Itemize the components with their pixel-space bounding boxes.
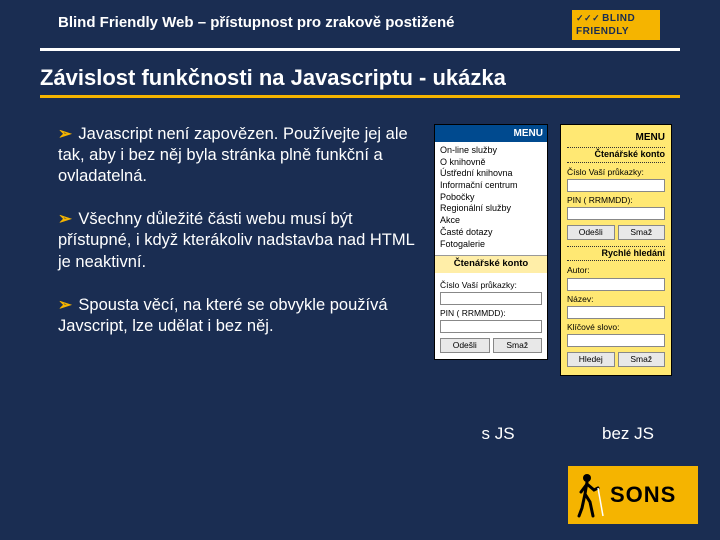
field-label: Klíčové slovo:: [567, 322, 665, 333]
section-header: Rychlé hledání: [567, 246, 665, 262]
menu-header: MENU: [435, 125, 547, 142]
submit-button: Odešli: [567, 225, 615, 240]
field-label: PIN ( RRMMDD):: [567, 195, 665, 206]
logo-line1: BLIND: [602, 12, 635, 25]
menu-item: Informační centrum: [440, 180, 542, 192]
pin-input: [567, 207, 665, 220]
walking-figure-icon: [574, 472, 604, 518]
field-label: Autor:: [567, 265, 665, 276]
field-label: Název:: [567, 294, 665, 305]
bullet-item: ➢ Všechny důležité části webu musí být p…: [58, 209, 422, 272]
slide-header-title: Blind Friendly Web – přístupnost pro zra…: [58, 8, 454, 31]
field-label: Číslo Vaší průkazky:: [440, 280, 542, 291]
search-button: Hledej: [567, 352, 615, 367]
bullet-arrow-icon: ➢: [58, 296, 72, 314]
figure-without-js: MENU Čtenářské konto Číslo Vaší průkazky…: [560, 124, 672, 376]
section-header: Čtenářské konto: [567, 147, 665, 163]
figure-with-js: MENU On-line služby O knihovně Ústřední …: [434, 124, 548, 376]
keyword-input: [567, 334, 665, 347]
pin-input: [440, 320, 542, 333]
submit-button: Odešli: [440, 338, 490, 353]
section-title: Závislost funkčnosti na Javascriptu - uk…: [40, 65, 680, 91]
author-input: [567, 278, 665, 291]
bullet-arrow-icon: ➢: [58, 125, 72, 143]
menu-item: Časté dotazy: [440, 227, 542, 239]
bullet-text: Javascript není zapovězen. Používejte je…: [58, 125, 408, 185]
caption-with-js: s JS: [468, 424, 528, 444]
menu-item: Ústřední knihovna: [440, 168, 542, 180]
bullet-item: ➢ Spousta věcí, na které se obvykle použ…: [58, 295, 422, 337]
clear-button: Smaž: [493, 338, 543, 353]
menu-header: MENU: [567, 131, 665, 144]
logo-line2: FRIENDLY: [576, 25, 629, 38]
blind-friendly-logo: ✓✓✓BLIND FRIENDLY: [570, 8, 662, 42]
clear-button: Smaž: [618, 225, 666, 240]
bullet-item: ➢ Javascript není zapovězen. Používejte …: [58, 124, 422, 187]
clear-button: Smaž: [618, 352, 666, 367]
menu-item: Regionální služby: [440, 203, 542, 215]
field-label: PIN ( RRMMDD):: [440, 308, 542, 319]
field-label: Číslo Vaší průkazky:: [567, 167, 665, 178]
menu-item: Pobočky: [440, 192, 542, 204]
menu-item: Fotogalerie: [440, 239, 542, 251]
title-input: [567, 306, 665, 319]
caption-without-js: bez JS: [588, 424, 668, 444]
card-number-input: [567, 179, 665, 192]
bullet-list: ➢ Javascript není zapovězen. Používejte …: [58, 124, 422, 376]
menu-item: Akce: [440, 215, 542, 227]
bullet-text: Všechny důležité části webu musí být pří…: [58, 210, 414, 270]
account-header: Čtenářské konto: [435, 255, 547, 272]
menu-items: On-line služby O knihovně Ústřední kniho…: [435, 142, 547, 255]
bullet-text: Spousta věcí, na které se obvykle použív…: [58, 296, 388, 335]
card-number-input: [440, 292, 542, 305]
menu-item: On-line služby: [440, 145, 542, 157]
sons-logo: SONS: [568, 466, 698, 524]
bullet-arrow-icon: ➢: [58, 210, 72, 228]
header-divider: [40, 48, 680, 51]
sons-text: SONS: [610, 482, 676, 508]
menu-item: O knihovně: [440, 157, 542, 169]
